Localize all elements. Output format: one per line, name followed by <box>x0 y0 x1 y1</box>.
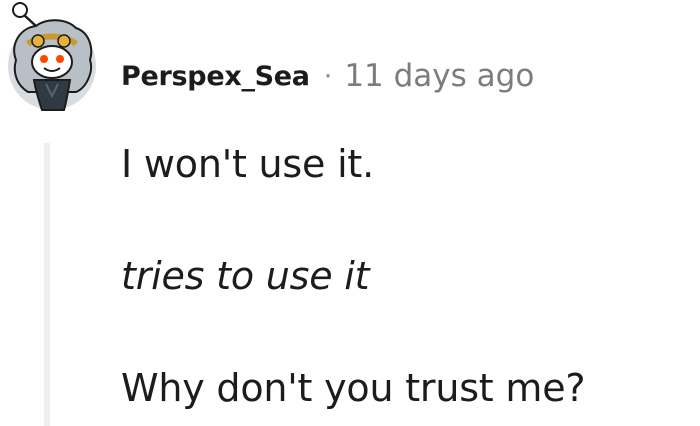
comment-body-line-italic: tries to use it <box>121 254 370 298</box>
thread-collapse-line[interactable] <box>44 143 50 426</box>
comment-timestamp[interactable]: 11 days ago <box>344 58 534 94</box>
comment-body-line: I won't use it. <box>121 142 374 186</box>
comment: Perspex_Sea · 11 days ago I won't use it… <box>0 0 700 426</box>
meta-separator: · <box>323 60 333 92</box>
user-avatar[interactable] <box>6 0 98 112</box>
comment-body-line: Why don't you trust me? <box>121 366 586 410</box>
comment-header: Perspex_Sea · 11 days ago <box>121 56 534 96</box>
reddit-snoo-avatar-icon <box>8 2 96 111</box>
username-link[interactable]: Perspex_Sea <box>121 61 310 92</box>
